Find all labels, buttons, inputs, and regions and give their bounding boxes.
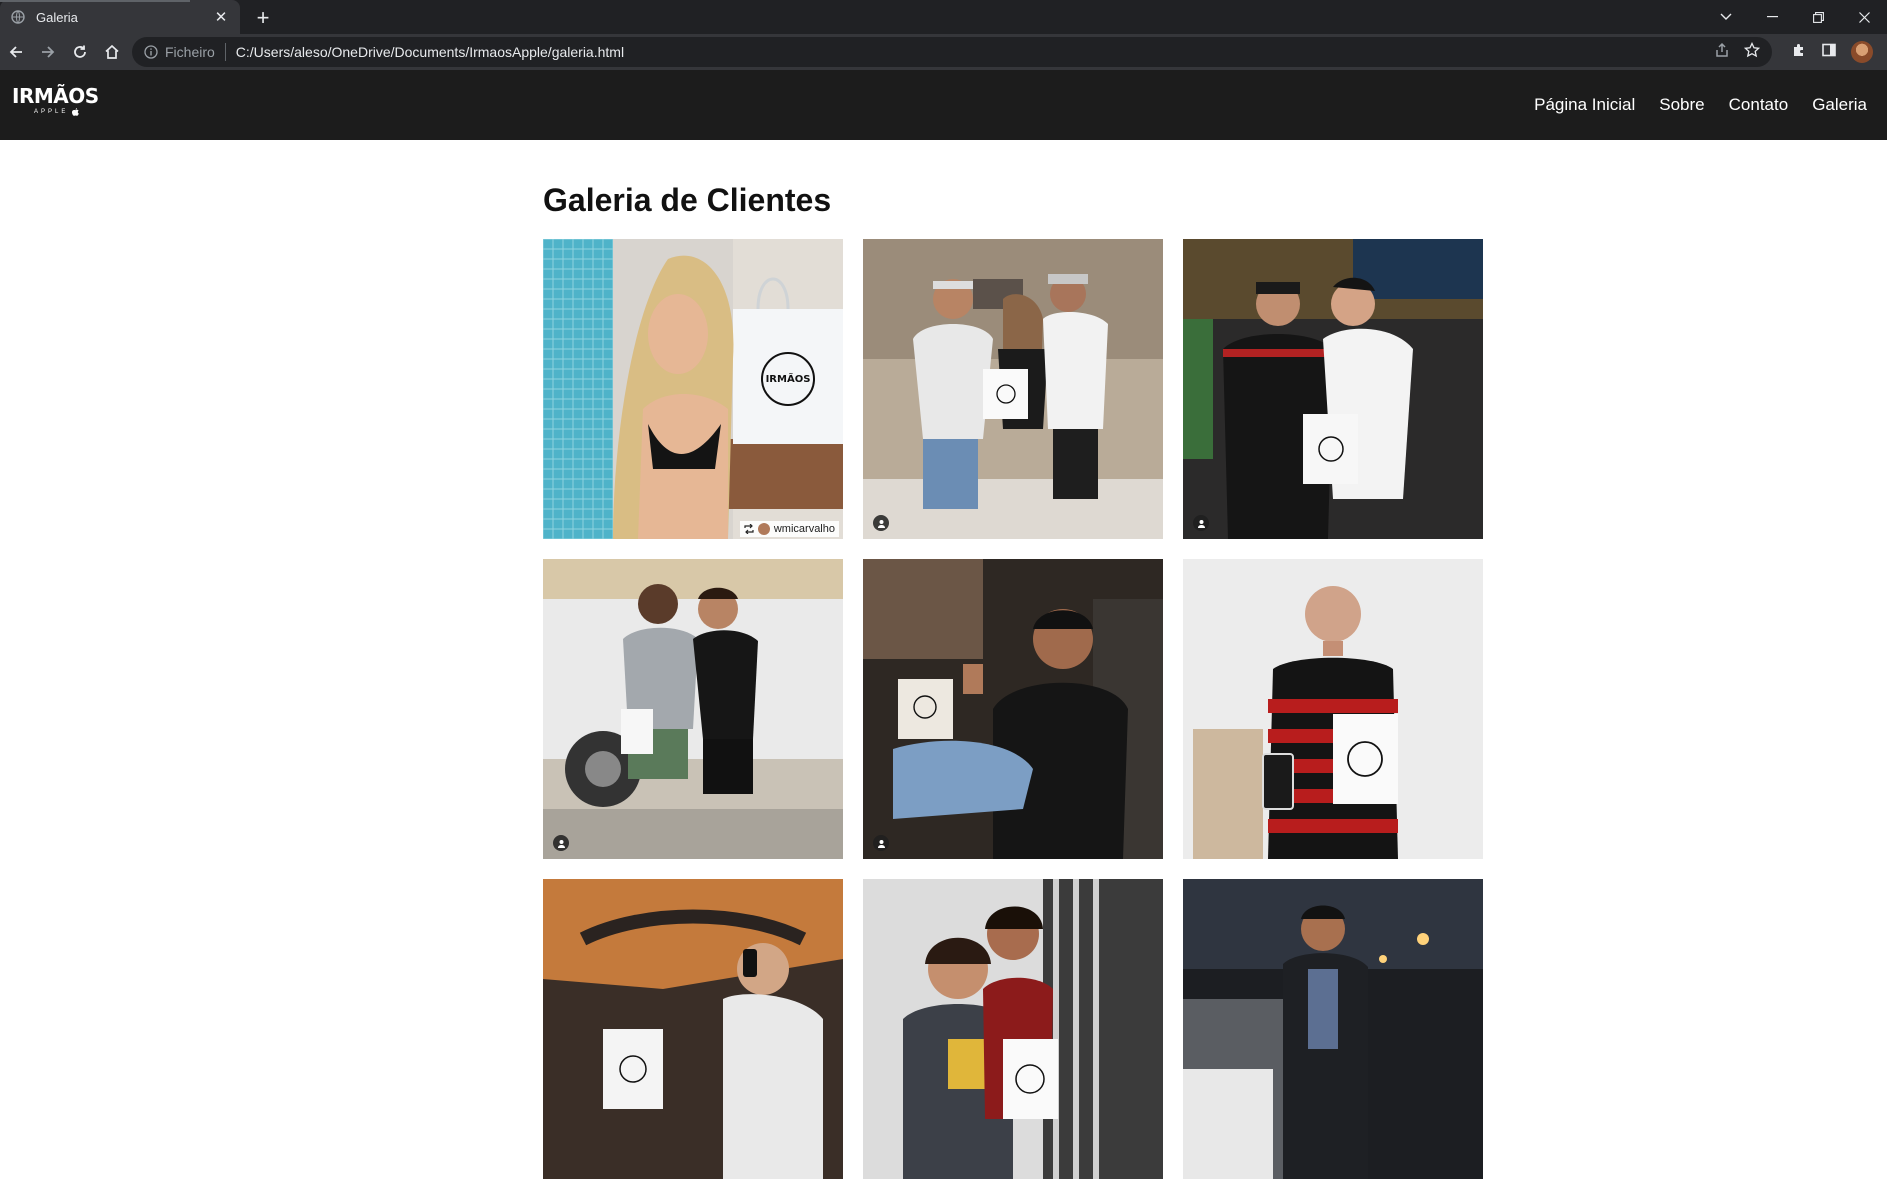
new-tab-button[interactable]: + [250,5,276,31]
tagged-user-icon [873,835,889,851]
address-divider [224,43,226,61]
apple-icon [72,108,80,116]
browser-tab-active[interactable]: Galeria ✕ [0,0,240,34]
page-title: Galeria de Clientes [543,182,832,218]
bag-logo-text: IRMÃOS [766,372,811,385]
browser-toolbar: Ficheiro C:/Users/aleso/OneDrive/Documen… [0,34,1887,70]
tagged-user-icon [1193,515,1209,531]
info-icon [144,45,158,59]
minimize-button[interactable] [1749,0,1795,34]
gallery-photo-5[interactable] [863,559,1163,859]
url-text[interactable]: C:/Users/aleso/OneDrive/Documents/Irmaos… [236,44,624,60]
restore-button[interactable] [1795,0,1841,34]
extensions-icon[interactable] [1791,42,1807,63]
gallery-photo-9[interactable] [1183,879,1483,1179]
home-icon[interactable] [96,36,128,68]
gallery-photo-7[interactable] [543,879,843,1179]
gallery-photo-8[interactable] [863,879,1163,1179]
site-navbar: IRMÃOS APPLE Página Inicial Sobre Contat… [0,70,1887,140]
globe-icon [10,9,26,25]
bookmark-star-icon[interactable] [1743,41,1761,63]
close-window-button[interactable] [1841,0,1887,34]
share-icon[interactable] [1714,42,1730,63]
client-gallery: IRMÃOS wmicarvalho [543,239,1483,1179]
tab-close-icon[interactable]: ✕ [212,8,230,26]
site-nav-links: Página Inicial Sobre Contato Galeria [1534,70,1867,140]
tagged-user-icon [553,835,569,851]
tagged-user-icon [873,515,889,531]
credit-username: wmicarvalho [773,523,835,535]
nav-link-gallery[interactable]: Galeria [1812,95,1867,115]
repost-icon [744,524,754,534]
brand-logo[interactable]: IRMÃOS APPLE [12,86,99,116]
back-icon[interactable] [0,36,32,68]
tab-title: Galeria [36,9,78,25]
nav-link-home[interactable]: Página Inicial [1534,95,1635,115]
tab-loading-accent [0,0,190,2]
profile-avatar[interactable] [1851,41,1873,63]
forward-icon[interactable] [32,36,64,68]
url-scheme-label: Ficheiro [165,44,215,60]
gallery-photo-3[interactable] [1183,239,1483,539]
window-controls [1703,0,1887,34]
site-info[interactable]: Ficheiro [144,44,215,60]
gallery-photo-1[interactable]: IRMÃOS wmicarvalho [543,239,843,539]
browser-tabstrip: Galeria ✕ + [0,0,1887,34]
credit-avatar [757,523,770,535]
nav-link-about[interactable]: Sobre [1659,95,1704,115]
tab-search-icon[interactable] [1703,0,1749,34]
gallery-photo-2[interactable] [863,239,1163,539]
logo-subtitle: APPLE [12,108,99,116]
gallery-photo-6[interactable] [1183,559,1483,859]
nav-link-contact[interactable]: Contato [1729,95,1789,115]
logo-wordmark: IRMÃOS [12,84,99,108]
side-panel-icon[interactable] [1821,42,1837,63]
reload-icon[interactable] [64,36,96,68]
address-actions [1714,37,1761,67]
address-bar[interactable]: Ficheiro C:/Users/aleso/OneDrive/Documen… [132,37,1772,67]
toolbar-actions [1791,36,1873,68]
gallery-photo-4[interactable] [543,559,843,859]
photo-credit: wmicarvalho [739,521,839,537]
logo-subtitle-text: APPLE [34,109,69,115]
main-content: Galeria de Clientes IRMÃOS wmicarvalho [543,140,1483,1179]
